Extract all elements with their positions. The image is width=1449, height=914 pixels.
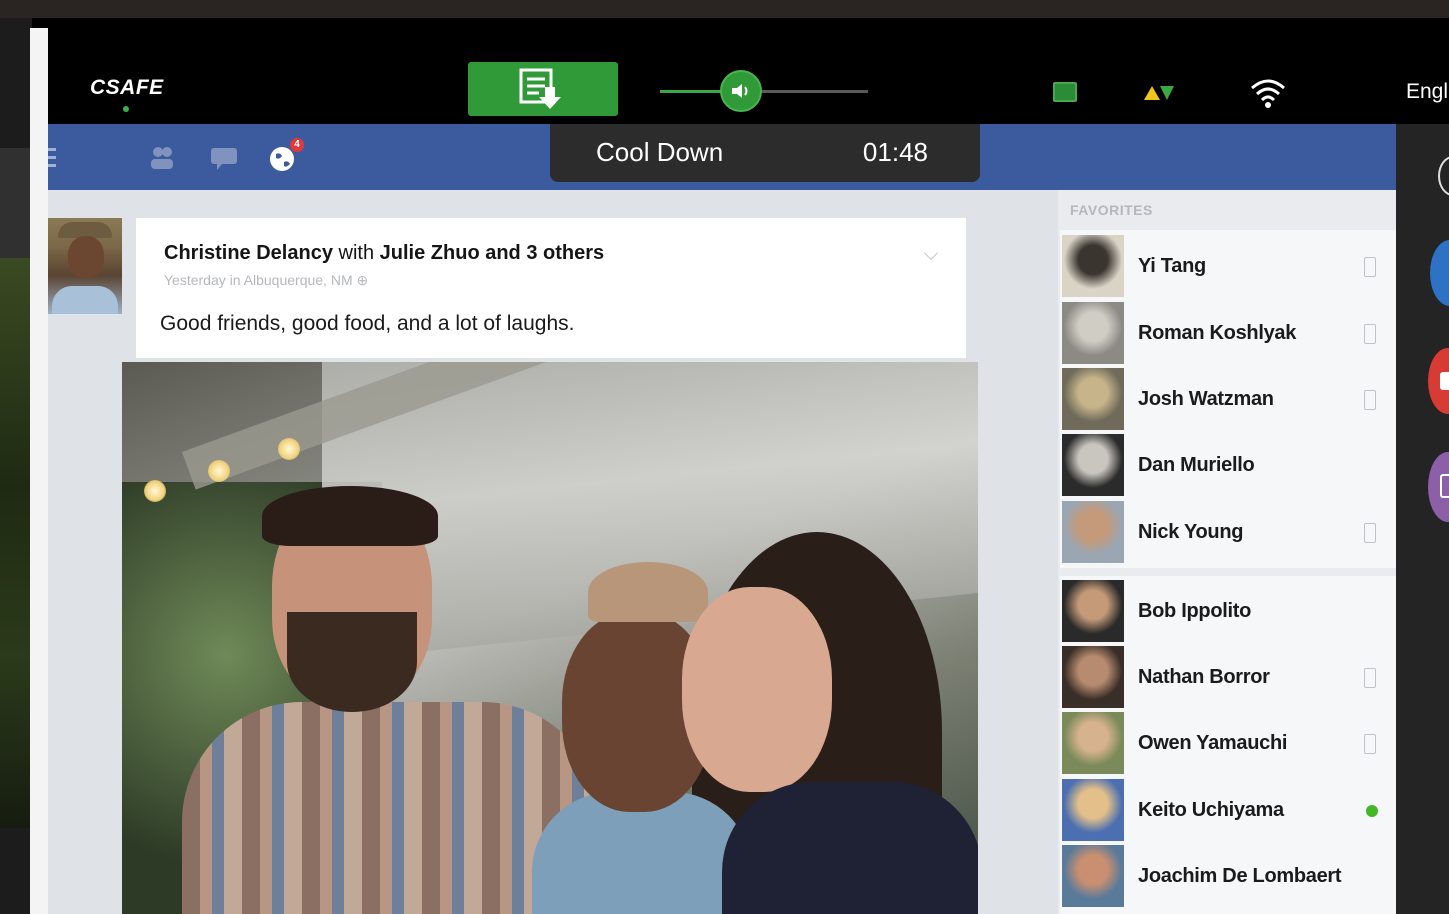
friend-name: Nathan Borror [1138, 666, 1270, 688]
post-author[interactable]: Christine Delancy [164, 242, 333, 264]
post-body: Good friends, good food, and a lot of la… [160, 312, 575, 335]
globe-privacy-icon: ⊕ [356, 272, 369, 288]
friend-row[interactable]: Bob Ippolito [1062, 578, 1392, 642]
sync-download-icon [519, 68, 561, 109]
photo-person [588, 562, 708, 622]
post-photo[interactable] [122, 362, 978, 914]
screen-icon[interactable] [1053, 82, 1077, 102]
photo-person [262, 486, 438, 546]
friend-avatar [1062, 302, 1124, 364]
friend-avatar [1062, 646, 1124, 708]
favorites-header: FAVORITES [1070, 202, 1153, 218]
post-meta-text: Yesterday in Albuquerque, NM [164, 272, 353, 288]
friend-name: Josh Watzman [1138, 388, 1274, 410]
friend-row[interactable]: Dan Muriello [1062, 432, 1392, 496]
friend-row[interactable]: Joachim De Lombaert [1062, 843, 1392, 907]
post-card: Christine Delancy with Julie Zhuo and 3 … [136, 218, 966, 358]
mobile-icon [1364, 324, 1376, 344]
volume-slider-track[interactable] [660, 90, 868, 93]
mobile-icon [1364, 390, 1376, 410]
post-meta: Yesterday in Albuquerque, NM ⊕ [164, 272, 368, 289]
menu-icon[interactable] [48, 146, 56, 168]
friend-row[interactable]: Yi Tang [1062, 233, 1392, 297]
console-top-bar: CSAFE Engl [48, 18, 1449, 124]
friend-avatar [1062, 501, 1124, 563]
mobile-icon [1364, 257, 1376, 277]
friend-avatar [1062, 434, 1124, 496]
friend-name: Dan Muriello [1138, 454, 1255, 476]
language-selector[interactable]: Engl [1406, 80, 1448, 104]
friend-name: Roman Koshlyak [1138, 322, 1297, 344]
photo-person [287, 612, 417, 712]
friend-row[interactable]: Owen Yamauchi [1062, 710, 1392, 774]
left-divider [30, 28, 48, 914]
status-dot [123, 106, 129, 112]
photo-person [722, 782, 978, 914]
photo-light [278, 438, 300, 460]
workout-phase: Cool Down [596, 137, 724, 167]
left-panel-edge [0, 18, 32, 914]
friend-name: Bob Ippolito [1138, 600, 1252, 622]
avatar-face [68, 236, 104, 278]
friend-avatar [1062, 779, 1124, 841]
friend-row[interactable]: Roman Koshlyak [1062, 300, 1392, 364]
friend-row[interactable]: Keito Uchiyama [1062, 777, 1392, 841]
friend-avatar [1062, 368, 1124, 430]
messages-icon[interactable] [208, 142, 240, 174]
post-tagged[interactable]: Julie Zhuo and 3 others [380, 242, 604, 264]
signal-arrows-icon[interactable] [1142, 80, 1176, 104]
post-author-line: Christine Delancy with Julie Zhuo and 3 … [164, 242, 604, 265]
post-with: with [338, 242, 375, 264]
volume-slider-knob[interactable] [720, 70, 762, 112]
photo-light [208, 460, 230, 482]
left-panel-grey [0, 148, 30, 258]
notification-badge: 4 [290, 138, 304, 152]
wifi-icon[interactable] [1248, 76, 1288, 110]
left-panel-photo [0, 258, 30, 828]
device-bezel [0, 0, 1449, 18]
mobile-icon [1364, 523, 1376, 543]
avatar-shirt [52, 286, 118, 314]
friend-avatar [1062, 235, 1124, 297]
friend-name: Yi Tang [1138, 255, 1206, 277]
mobile-icon [1364, 734, 1376, 754]
workout-status-overlay: Cool Down 01:48 [550, 124, 980, 182]
friend-avatar [1062, 712, 1124, 774]
friend-avatar [1062, 845, 1124, 907]
friend-name: Joachim De Lombaert [1138, 865, 1342, 887]
chevron-down-icon[interactable] [923, 245, 939, 261]
friend-name: Owen Yamauchi [1138, 732, 1288, 754]
author-avatar[interactable] [48, 218, 122, 314]
sync-download-button[interactable] [468, 62, 618, 116]
friend-name: Keito Uchiyama [1138, 799, 1284, 821]
online-status-icon [1366, 805, 1378, 817]
friend-requests-icon[interactable] [146, 142, 178, 174]
volume-icon [732, 84, 748, 98]
friend-row[interactable]: Josh Watzman [1062, 366, 1392, 430]
workout-timer: 01:48 [862, 137, 928, 167]
photo-person [682, 587, 832, 792]
app-icon [1440, 474, 1449, 498]
friend-row[interactable]: Nick Young [1062, 499, 1392, 563]
brand-logo: CSAFE [90, 76, 164, 99]
screen: CSAFE Engl 4 Cool Down 01:48 Christine D… [0, 0, 1449, 914]
friend-row[interactable]: Nathan Borror [1062, 644, 1392, 708]
friend-avatar [1062, 580, 1124, 642]
mobile-icon [1364, 668, 1376, 688]
friend-name: Nick Young [1138, 521, 1244, 543]
app-icon [1440, 372, 1449, 390]
photo-light [144, 480, 166, 502]
